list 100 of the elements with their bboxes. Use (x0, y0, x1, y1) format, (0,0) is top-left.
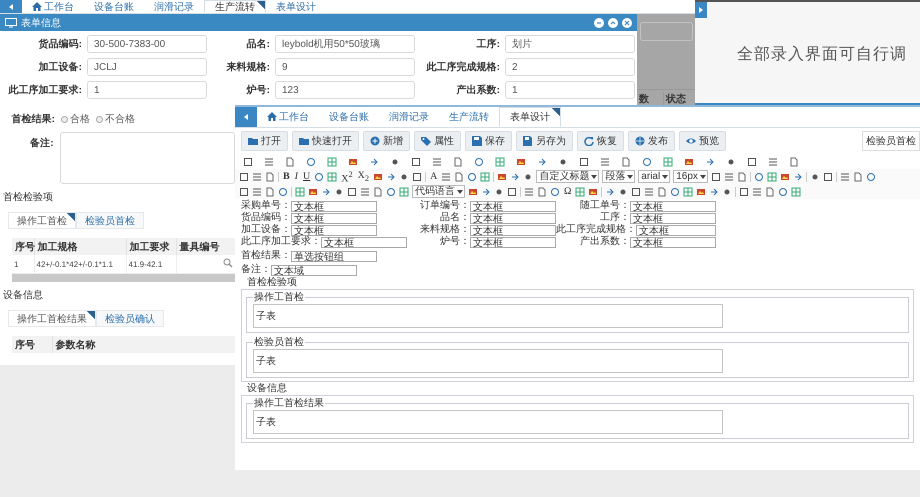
picture-icon[interactable] (497, 172, 508, 182)
tab[interactable]: 操作工首检结果 (8, 310, 96, 327)
circle-icon[interactable] (314, 172, 324, 182)
dot-icon[interactable] (810, 172, 820, 182)
page-icon[interactable] (621, 157, 631, 167)
format-button[interactable]: B (282, 171, 291, 182)
circle-icon[interactable] (467, 172, 478, 182)
toolbar-button[interactable]: 新增 (363, 131, 410, 151)
tab[interactable]: 润滑记录 (144, 0, 204, 13)
dot-icon[interactable] (722, 186, 732, 196)
dropdown[interactable]: 段落 (602, 170, 636, 183)
grid-icon[interactable] (791, 186, 802, 196)
input-field[interactable]: 9 (275, 58, 415, 76)
grid-icon[interactable] (683, 186, 694, 196)
input-field[interactable]: 文本框 (630, 200, 716, 212)
square-icon[interactable] (631, 186, 642, 196)
grid-icon[interactable] (295, 186, 305, 196)
input-field[interactable]: 1 (87, 81, 207, 99)
grid-icon[interactable] (399, 186, 409, 196)
tab[interactable]: 生产流转 (204, 0, 266, 13)
input-field[interactable]: leybold机用50*50玻璃 (275, 35, 415, 53)
circle-icon[interactable] (386, 186, 396, 196)
page-icon[interactable] (373, 186, 383, 196)
arrow-icon[interactable] (792, 172, 803, 182)
radio-button[interactable] (61, 116, 68, 122)
toolbar-button[interactable]: 保存 (465, 131, 512, 151)
circle-icon[interactable] (278, 186, 288, 196)
square-icon[interactable] (507, 186, 517, 196)
input-field[interactable]: 文本框 (291, 224, 377, 236)
square-icon[interactable] (747, 157, 757, 167)
toolbar-button[interactable]: 另存为 (516, 131, 573, 151)
page-icon[interactable] (736, 172, 747, 182)
arrow-icon[interactable] (605, 186, 616, 196)
tab[interactable]: 表单设计 (499, 107, 561, 127)
picture-icon[interactable] (308, 186, 318, 196)
scrollbar[interactable] (12, 274, 235, 282)
lines-icon[interactable] (252, 172, 262, 182)
grid-icon[interactable] (327, 157, 337, 167)
input-field[interactable]: 文本框 (636, 224, 716, 236)
grid-icon[interactable] (766, 172, 777, 182)
input-field[interactable]: 文本框 (630, 236, 716, 248)
dot-icon[interactable] (399, 172, 410, 182)
input-field[interactable]: 文本框 (291, 200, 377, 212)
grid-icon[interactable] (575, 186, 586, 196)
picture-icon[interactable] (588, 186, 598, 196)
arrow-icon[interactable] (709, 186, 720, 196)
arrow-icon[interactable] (705, 157, 715, 167)
input-field[interactable]: 文本框 (470, 224, 556, 236)
square-icon[interactable] (411, 157, 421, 167)
close-button[interactable] (622, 18, 632, 28)
arrow-icon[interactable] (369, 157, 379, 167)
toolbar-button[interactable]: 属性 (414, 131, 461, 151)
dropdown[interactable]: 自定义标题 (536, 170, 600, 183)
side-button[interactable]: 检验员首检 (862, 131, 920, 151)
dot-icon[interactable] (334, 186, 344, 196)
input-field[interactable]: 文本框 (291, 212, 377, 224)
dot-icon[interactable] (618, 186, 628, 196)
input-field[interactable]: 文本框 (321, 236, 407, 248)
input-field[interactable]: 文本框 (630, 212, 716, 224)
grid-icon[interactable] (327, 172, 338, 182)
dot-icon[interactable] (494, 186, 504, 196)
toolbar-button[interactable]: 恢复 (577, 131, 624, 151)
square-icon[interactable] (579, 157, 589, 167)
picture-icon[interactable] (516, 157, 526, 167)
restore-button[interactable] (608, 18, 618, 28)
arrow-icon[interactable] (510, 172, 520, 182)
page-icon[interactable] (852, 172, 863, 182)
format-button[interactable]: X$^{2}$ (340, 168, 354, 184)
circle-icon[interactable] (670, 186, 680, 196)
square-icon[interactable] (412, 172, 422, 182)
square-icon[interactable] (239, 172, 249, 182)
arrow-icon[interactable] (481, 186, 491, 196)
input-field[interactable]: 单选按钮组 (291, 250, 377, 262)
tab[interactable]: 生产流转 (439, 107, 499, 127)
radio-button[interactable] (96, 116, 103, 122)
input-field[interactable]: 123 (275, 81, 415, 99)
square-icon[interactable] (243, 157, 253, 167)
remarks-field[interactable] (60, 132, 235, 184)
page-icon[interactable] (454, 172, 464, 182)
input-field[interactable]: 文本框 (470, 200, 556, 212)
page-icon[interactable] (537, 186, 547, 196)
square-icon[interactable] (239, 186, 249, 196)
format-button[interactable]: Ω (563, 186, 572, 197)
tab[interactable]: 润滑记录 (379, 107, 439, 127)
tab[interactable]: 工作台 (22, 0, 84, 13)
input-field[interactable]: 1 (505, 81, 635, 99)
picture-icon[interactable] (684, 157, 694, 167)
dropdown[interactable]: arial (638, 170, 670, 183)
circle-icon[interactable] (550, 186, 560, 196)
tab[interactable]: 设备台账 (84, 0, 144, 13)
format-button[interactable]: U (302, 171, 312, 182)
format-button[interactable]: X$_{2}$ (356, 170, 370, 184)
square-icon[interactable] (822, 172, 833, 182)
toolbar-button[interactable]: 发布 (628, 131, 675, 151)
lines-icon[interactable] (600, 157, 610, 167)
input-field[interactable]: 文本域 (271, 264, 357, 276)
circle-icon[interactable] (642, 157, 652, 167)
tab[interactable]: 操作工首检 (8, 212, 76, 229)
picture-icon[interactable] (348, 157, 358, 167)
tab[interactable]: 表单设计 (266, 0, 326, 13)
